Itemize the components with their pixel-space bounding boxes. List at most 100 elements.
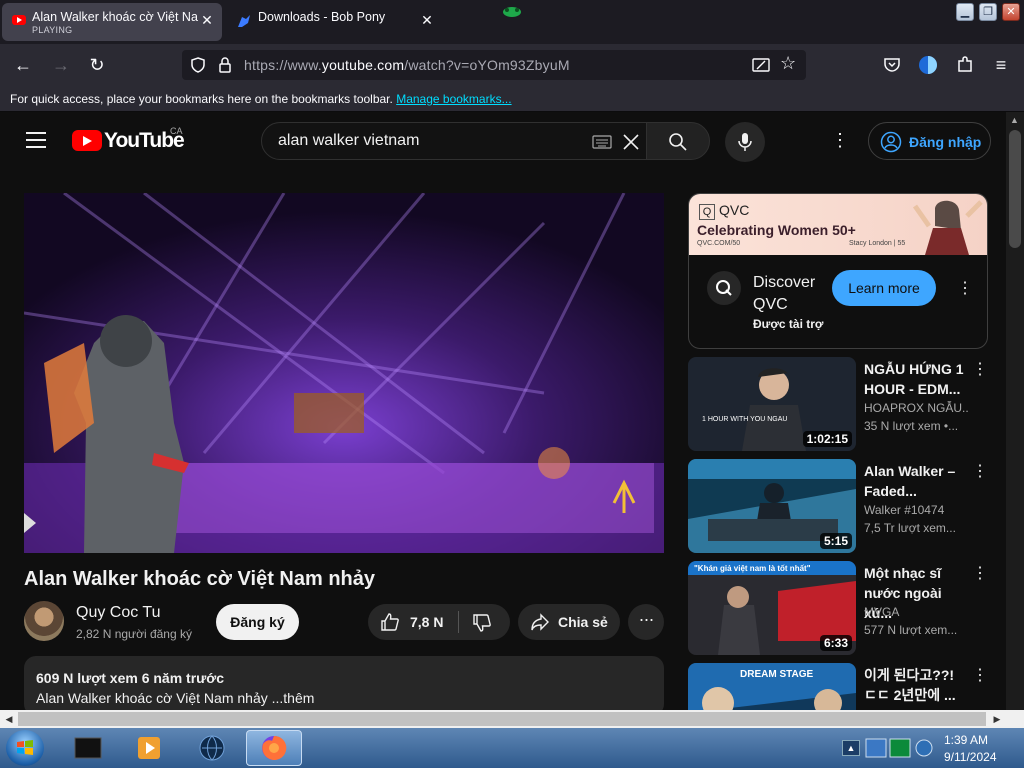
bookmark-star-icon[interactable]: ☆ bbox=[780, 53, 796, 74]
reader-view-icon[interactable] bbox=[752, 57, 770, 73]
menu-hamburger-icon[interactable]: ≡ bbox=[988, 52, 1014, 78]
description-text: Alan Walker khoác cờ Việt Nam nhảy ...th… bbox=[36, 690, 315, 706]
sign-in-button[interactable]: Đăng nhập bbox=[868, 122, 991, 160]
close-tab-icon[interactable]: ✕ bbox=[200, 13, 214, 27]
video-title[interactable]: Alan Walker – Faded... bbox=[864, 461, 968, 501]
channel-name[interactable]: Quy Coc Tu bbox=[76, 604, 160, 622]
video-menu-icon[interactable]: ⋮ bbox=[972, 563, 988, 583]
ad-menu-icon[interactable]: ⋮ bbox=[957, 278, 973, 298]
video-title[interactable]: NGẪU HỨNG 1 HOUR - EDM... bbox=[864, 359, 968, 399]
recommended-video[interactable]: 5:15 Alan Walker – Faded... Walker #1047… bbox=[688, 459, 988, 553]
video-thumbnail[interactable]: 1 HOUR WITH YOU NGAU 1:02:15 bbox=[688, 357, 856, 451]
channel-avatar[interactable] bbox=[24, 601, 64, 641]
shield-icon[interactable] bbox=[190, 57, 206, 73]
tab-title: Downloads - Bob Pony bbox=[258, 10, 386, 24]
pocket-icon[interactable] bbox=[883, 56, 901, 74]
system-tray-icons[interactable] bbox=[864, 736, 934, 760]
windows-taskbar: ▲ 1:39 AM 9/11/2024 bbox=[0, 728, 1024, 768]
video-duration: 1:02:15 bbox=[802, 431, 852, 447]
media-player-icon bbox=[138, 737, 160, 759]
channel-name[interactable]: Walker #10474 bbox=[864, 503, 968, 517]
reload-icon[interactable]: ↻ bbox=[84, 52, 110, 78]
close-window-button[interactable]: ✕ bbox=[1002, 3, 1020, 21]
close-tab-icon[interactable]: ✕ bbox=[420, 13, 434, 27]
subscribe-button[interactable]: Đăng ký bbox=[216, 604, 299, 640]
browser-nav-bar: ← → ↻ https://www.youtube.com/watch?v=oY… bbox=[0, 44, 1024, 86]
ad-title[interactable]: Discover QVC bbox=[753, 272, 833, 316]
recommended-video[interactable]: 1 HOUR WITH YOU NGAU 1:02:15 NGẪU HỨNG 1… bbox=[688, 357, 988, 451]
taskbar-app-firefox[interactable] bbox=[246, 730, 302, 766]
restore-window-button[interactable]: ❐ bbox=[979, 3, 997, 21]
search-icon bbox=[669, 133, 687, 151]
like-icon[interactable] bbox=[380, 612, 400, 632]
horizontal-scroll-thumb[interactable] bbox=[18, 712, 986, 726]
video-menu-icon[interactable]: ⋮ bbox=[972, 461, 988, 481]
browser-tab-strip: Alan Walker khoác cờ Việt Nam PLAYING ✕ … bbox=[0, 0, 1024, 44]
clock-date[interactable]: 9/11/2024 bbox=[944, 750, 997, 764]
ad-card[interactable]: Q QVC Celebrating Women 50+ QVC.COM/50 St… bbox=[688, 193, 988, 349]
firefox-icon bbox=[262, 735, 287, 760]
video-menu-icon[interactable]: ⋮ bbox=[972, 359, 988, 379]
url-text: https://www.youtube.com/watch?v=oYOm93Zb… bbox=[244, 57, 570, 73]
ad-model-image bbox=[912, 200, 983, 255]
youtube-logo-icon[interactable] bbox=[72, 130, 102, 151]
url-bar[interactable]: https://www.youtube.com/watch?v=oYOm93Zb… bbox=[182, 50, 806, 80]
minimize-window-button[interactable]: ▁ bbox=[956, 3, 974, 21]
channel-name[interactable]: HOAPROX NGẪU... bbox=[864, 401, 968, 415]
lock-icon[interactable] bbox=[218, 57, 232, 73]
video-duration: 6:33 bbox=[819, 635, 852, 651]
channel-name[interactable]: MVGA bbox=[864, 605, 968, 619]
taskbar-app-media-player[interactable] bbox=[122, 730, 178, 766]
video-thumbnail[interactable]: 5:15 bbox=[688, 459, 856, 553]
ad-sponsored-label: Được tài trợ bbox=[753, 317, 824, 331]
voice-search-button[interactable] bbox=[725, 122, 765, 162]
extensions-icon[interactable] bbox=[955, 55, 975, 75]
scroll-left-arrow-icon[interactable]: ◀ bbox=[4, 714, 14, 724]
settings-more-icon[interactable]: ⋮ bbox=[830, 130, 850, 154]
tab-downloads[interactable]: Downloads - Bob Pony ✕ bbox=[228, 3, 442, 41]
scroll-up-arrow-icon[interactable]: ▲ bbox=[1010, 115, 1019, 125]
thumbnail-caption: DREAM STAGE bbox=[740, 669, 813, 680]
like-dislike-group: 7,8 N bbox=[368, 604, 510, 640]
clock-time[interactable]: 1:39 AM bbox=[944, 733, 988, 747]
taskbar-app-globe[interactable] bbox=[185, 730, 241, 766]
search-input[interactable]: alan walker vietnam bbox=[261, 122, 647, 160]
search-button[interactable] bbox=[646, 122, 710, 160]
ad-banner[interactable]: Q QVC Celebrating Women 50+ QVC.COM/50 St… bbox=[689, 194, 987, 255]
clear-search-icon[interactable] bbox=[622, 133, 640, 151]
video-menu-icon[interactable]: ⋮ bbox=[972, 665, 988, 685]
back-arrow-icon[interactable]: ← bbox=[10, 52, 36, 78]
taskbar-app-terminal[interactable] bbox=[62, 730, 118, 766]
start-button[interactable] bbox=[6, 730, 44, 766]
ad-brand: Q QVC bbox=[699, 202, 749, 220]
thumbnail-caption: "Khán giả việt nam là tốt nhất" bbox=[694, 564, 811, 573]
ad-url: QVC.COM/50 bbox=[697, 240, 741, 247]
scroll-right-arrow-icon[interactable]: ▶ bbox=[992, 714, 1002, 724]
show-hidden-icons-icon[interactable]: ▲ bbox=[842, 740, 860, 756]
vertical-scroll-thumb[interactable] bbox=[1009, 130, 1021, 248]
more-actions-icon[interactable]: ··· bbox=[628, 604, 664, 640]
bookmarks-toolbar: For quick access, place your bookmarks h… bbox=[0, 86, 1024, 112]
firefox-account-icon[interactable] bbox=[918, 55, 938, 75]
video-frame bbox=[24, 193, 664, 553]
keyboard-icon[interactable] bbox=[592, 135, 612, 149]
manage-bookmarks-link[interactable]: Manage bookmarks... bbox=[396, 92, 511, 106]
video-player[interactable] bbox=[24, 193, 664, 553]
video-thumbnail[interactable]: DREAM STAGE bbox=[688, 663, 856, 710]
share-label: Chia sẻ bbox=[558, 614, 608, 630]
tab-youtube-video[interactable]: Alan Walker khoác cờ Việt Nam PLAYING ✕ bbox=[2, 3, 222, 41]
description-box[interactable]: 609 N lượt xem 6 năm trước Alan Walker k… bbox=[24, 656, 664, 716]
video-thumbnail[interactable]: "Khán giả việt nam là tốt nhất" 6:33 bbox=[688, 561, 856, 655]
share-button[interactable]: Chia sẻ bbox=[518, 604, 620, 640]
video-title[interactable]: 이게 된다고??! ㄷㄷ 2년만에 ... bbox=[864, 665, 968, 705]
recommended-video[interactable]: "Khán giả việt nam là tốt nhất" 6:33 Một… bbox=[688, 561, 988, 655]
recommended-video[interactable]: DREAM STAGE 이게 된다고??! ㄷㄷ 2년만에 ... ⋮ bbox=[688, 663, 988, 710]
bookmarks-hint: For quick access, place your bookmarks h… bbox=[10, 92, 512, 106]
horizontal-scrollbar[interactable]: ◀ ▶ bbox=[0, 710, 1024, 728]
ad-advertiser-logo[interactable] bbox=[707, 271, 741, 305]
dislike-icon[interactable] bbox=[472, 613, 492, 633]
guide-menu-icon[interactable] bbox=[26, 132, 46, 148]
forward-arrow-icon[interactable]: → bbox=[48, 52, 74, 78]
vertical-scrollbar[interactable]: ▲ bbox=[1006, 112, 1024, 710]
learn-more-button[interactable]: Learn more bbox=[832, 270, 936, 306]
